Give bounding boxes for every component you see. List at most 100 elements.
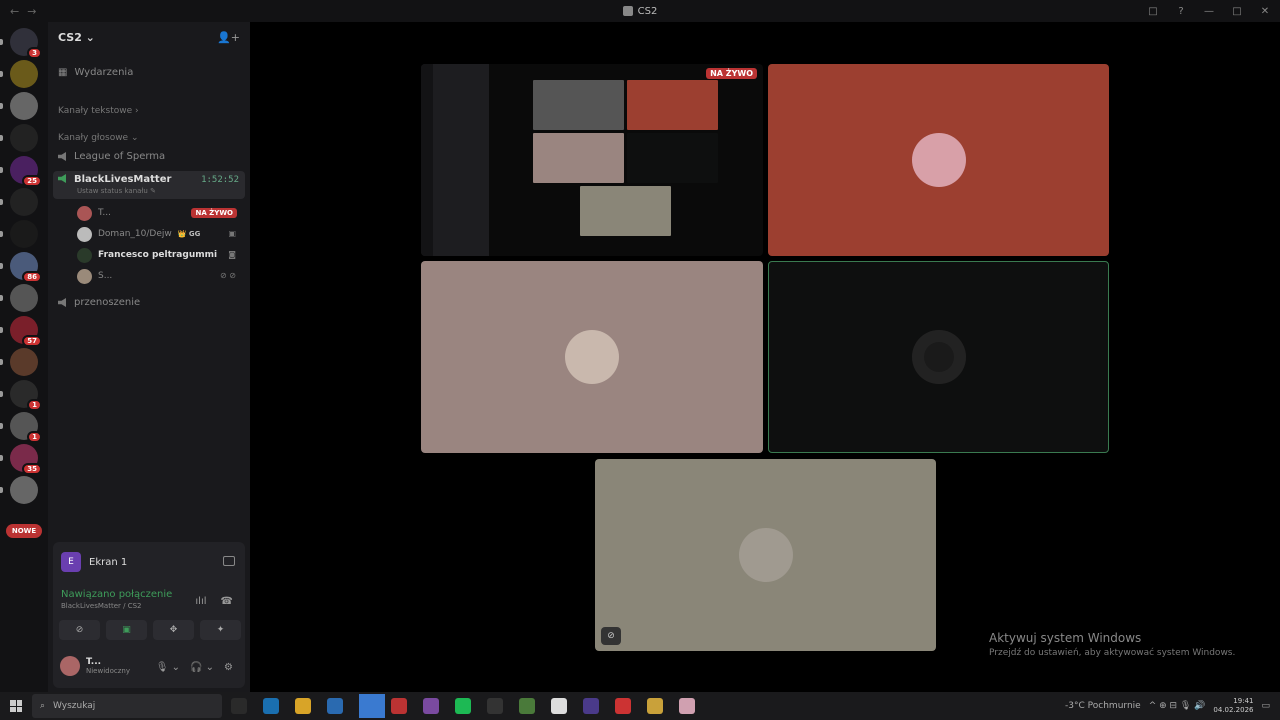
server-icon[interactable]: 25: [0, 156, 42, 187]
server-icon[interactable]: [0, 188, 38, 216]
unread-pill: [0, 231, 3, 237]
member-status-icon: ◙: [228, 250, 236, 259]
taskbar-app-icon[interactable]: [263, 698, 279, 714]
activities-button[interactable]: ✥: [153, 620, 194, 640]
voice-channel-przenoszenie[interactable]: przenoszenie: [58, 297, 140, 308]
windows-start-icon[interactable]: [10, 700, 22, 712]
stream-tile[interactable]: NA ŻYWO: [421, 64, 763, 256]
taskbar-app-icon[interactable]: [487, 698, 503, 714]
camera-off-button[interactable]: ⊘: [59, 620, 100, 640]
unread-pill: [0, 455, 3, 461]
user-area[interactable]: T... Niewidoczny: [60, 656, 130, 676]
forward-arrow-icon[interactable]: →: [27, 5, 36, 18]
server-name[interactable]: CS2 ⌄: [58, 31, 95, 44]
connection-status[interactable]: Nawiązano połączenie: [61, 589, 172, 600]
voice-channel-league[interactable]: League of Sperma: [58, 151, 165, 162]
tray-icons[interactable]: ^ ⊕ ⊟ 🎙 🔊: [1149, 701, 1206, 711]
member-name: T...: [98, 208, 112, 218]
screen-share-button[interactable]: ▣: [106, 620, 147, 640]
discord-home-icon[interactable]: 3: [0, 28, 42, 59]
taskbar-app-icon[interactable]: [551, 698, 567, 714]
microphone-icon[interactable]: 🎙 ⌄: [156, 662, 180, 673]
stream-preview-tile: [533, 133, 624, 183]
taskbar-app-icon[interactable]: [583, 698, 599, 714]
voice-member[interactable]: T... NA ŻYWO: [77, 204, 242, 222]
taskbar-app-icon[interactable]: [647, 698, 663, 714]
voice-member[interactable]: Francesco peltragummi ◙: [77, 246, 242, 264]
server-icon[interactable]: [0, 284, 38, 312]
server-icon[interactable]: 35: [0, 444, 42, 475]
participant-tile[interactable]: [768, 64, 1109, 256]
unread-badge: 57: [22, 335, 42, 347]
windows-taskbar: ⌕ Wyszukaj -3°C Pochmurnie ^ ⊕ ⊟ 🎙 🔊 19:…: [0, 692, 1280, 720]
taskbar-app-icon[interactable]: [359, 694, 385, 718]
notifications-icon[interactable]: ▭: [1261, 701, 1270, 711]
avatar: [77, 226, 92, 242]
stream-preview-tile: [580, 186, 671, 236]
maximize-button[interactable]: □: [1230, 6, 1244, 17]
participant-tile-speaking[interactable]: [768, 261, 1109, 453]
server-list: NOWE 3 25 86 57 1 1 35: [0, 22, 48, 692]
voice-member[interactable]: S... ⊘ ⊘: [77, 267, 242, 285]
server-icon[interactable]: [0, 476, 38, 504]
participant-tile[interactable]: [421, 261, 763, 453]
server-icon[interactable]: 86: [0, 252, 42, 283]
server-icon[interactable]: [0, 60, 38, 88]
voice-channel-active[interactable]: BlackLivesMatter 1:52:52 Ustaw status ka…: [53, 171, 245, 199]
unread-pill: [0, 167, 3, 173]
events-link[interactable]: ▦ Wydarzenia: [58, 67, 133, 78]
text-channels-category[interactable]: Kanały tekstowe ›: [58, 106, 139, 116]
server-icon[interactable]: 57: [0, 316, 42, 347]
title-bar: ← → CS2 □ ? — □ ✕: [0, 0, 1280, 22]
unread-pill: [0, 327, 3, 333]
window-title-text: CS2: [637, 5, 658, 17]
live-badge[interactable]: NA ŻYWO: [191, 208, 237, 218]
taskbar-search[interactable]: ⌕ Wyszukaj: [32, 694, 222, 718]
headset-icon[interactable]: 🎧 ⌄: [190, 662, 214, 673]
add-member-icon[interactable]: 👤+: [217, 31, 240, 44]
taskbar-app-icon[interactable]: [423, 698, 439, 714]
new-messages-pill[interactable]: NOWE: [6, 524, 42, 538]
voice-member[interactable]: Doman_10/Dejw 👑 GG ▣: [77, 225, 242, 243]
server-icon[interactable]: [0, 124, 38, 152]
stop-stream-icon[interactable]: [223, 556, 235, 566]
unread-badge: 86: [22, 271, 42, 283]
taskbar-app-icon[interactable]: [679, 698, 695, 714]
taskbar-app-icon[interactable]: [327, 698, 343, 714]
settings-gear-icon[interactable]: ⚙: [224, 662, 233, 673]
server-icon[interactable]: [0, 92, 38, 120]
speaker-icon: [58, 298, 66, 307]
system-tray: -3°C Pochmurnie ^ ⊕ ⊟ 🎙 🔊 19:41 04.02.20…: [1065, 692, 1280, 720]
taskbar-app-icon[interactable]: [519, 698, 535, 714]
unread-badge: 1: [27, 431, 42, 443]
taskbar-app-icon[interactable]: [391, 698, 407, 714]
voice-channel-label: BlackLivesMatter: [74, 174, 172, 185]
unread-pill: [0, 39, 3, 45]
taskbar-app-icon[interactable]: [455, 698, 471, 714]
close-button[interactable]: ✕: [1258, 6, 1272, 17]
nav-buttons: ← →: [0, 5, 36, 18]
clock[interactable]: 19:41 04.02.2026: [1213, 697, 1253, 715]
taskbar-app-icon[interactable]: [295, 698, 311, 714]
screen-label: Ekran 1: [89, 556, 128, 568]
taskbar-app-icon[interactable]: [615, 698, 631, 714]
inbox-icon[interactable]: □: [1146, 6, 1160, 17]
server-icon[interactable]: 1: [0, 412, 42, 443]
watermark-title: Aktywuj system Windows: [989, 631, 1142, 645]
back-arrow-icon[interactable]: ←: [10, 5, 19, 18]
disconnect-icon[interactable]: ☎: [221, 596, 233, 607]
noise-suppression-icon[interactable]: ılıl: [195, 596, 206, 607]
member-name: Francesco peltragummi: [98, 250, 218, 260]
taskbar-app-icon[interactable]: [231, 698, 247, 714]
weather-widget[interactable]: -3°C Pochmurnie: [1065, 701, 1141, 711]
unread-badge: 3: [27, 47, 42, 59]
voice-channels-category[interactable]: Kanały głosowe ⌄: [58, 133, 139, 143]
participant-tile[interactable]: ⊘: [595, 459, 936, 651]
help-icon[interactable]: ?: [1174, 6, 1188, 17]
server-icon[interactable]: [0, 348, 38, 376]
minimize-button[interactable]: —: [1202, 6, 1216, 17]
channel-status-link[interactable]: Ustaw status kanału ✎: [77, 187, 156, 195]
server-icon[interactable]: [0, 220, 38, 248]
server-icon[interactable]: 1: [0, 380, 42, 411]
soundboard-button[interactable]: ✦: [200, 620, 241, 640]
